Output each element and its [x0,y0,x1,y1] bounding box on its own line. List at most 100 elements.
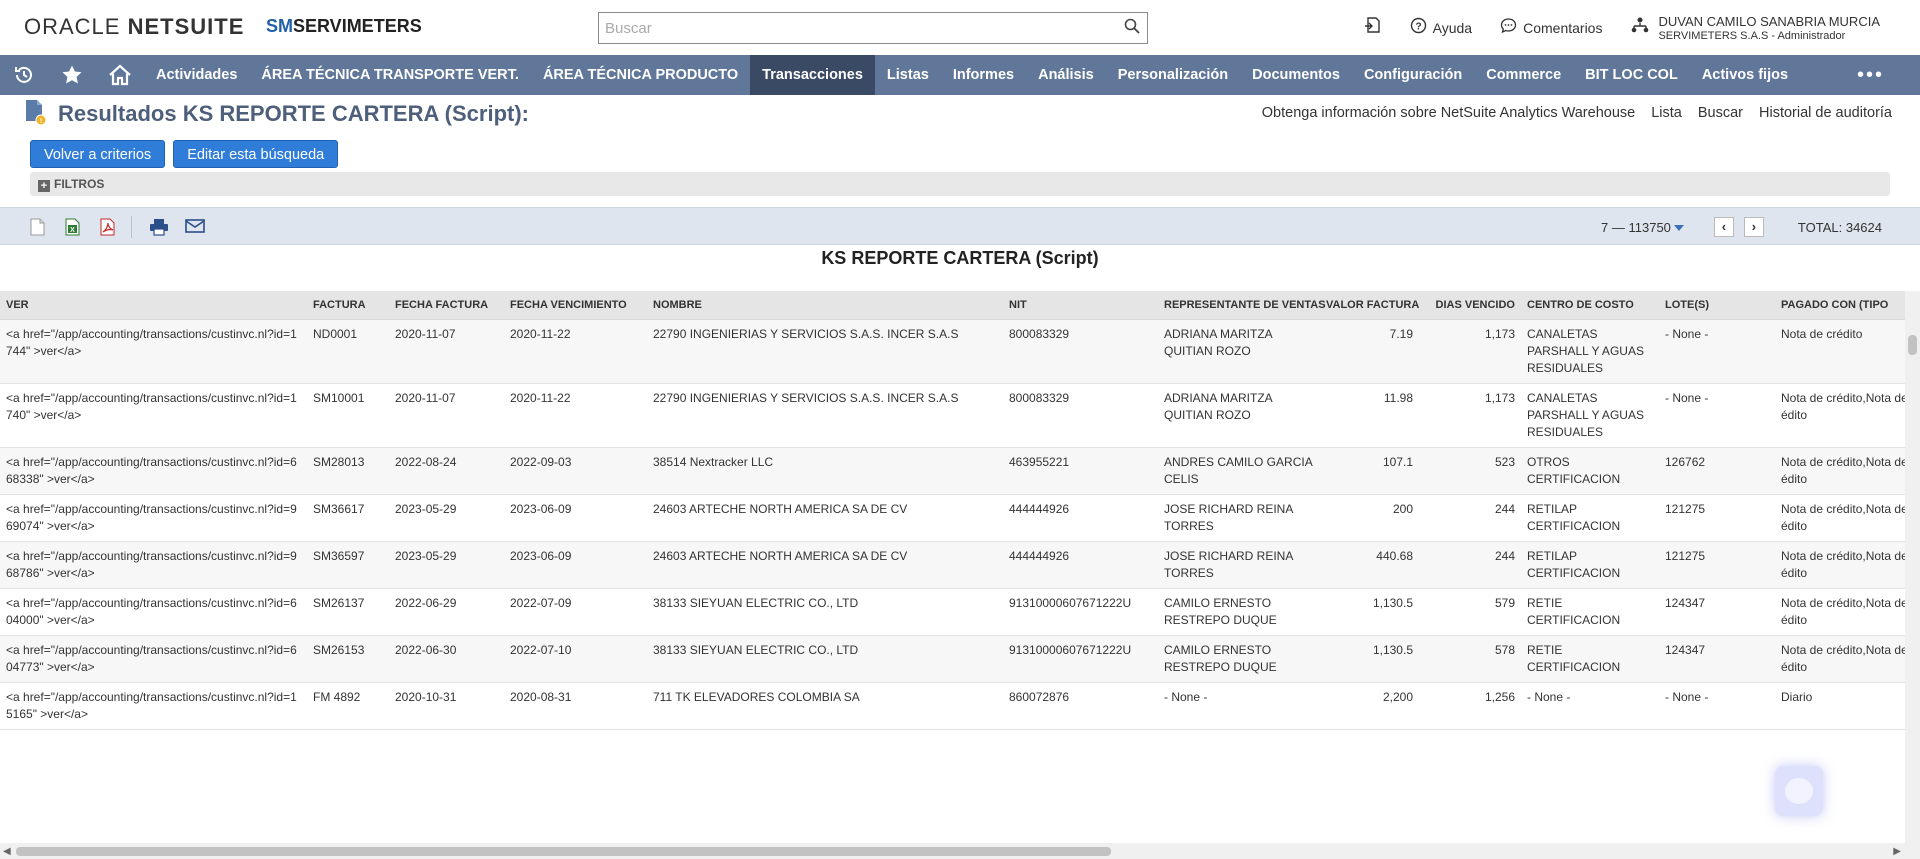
cell-lotes: 121275 [1659,494,1775,542]
table-row[interactable]: <a href="/app/accounting/transactions/cu… [0,682,1905,730]
col-header-lotes[interactable]: LOTE(S) [1659,291,1775,320]
col-header-fecha-factura[interactable]: FECHA FACTURA [389,291,504,320]
help-label: Ayuda [1432,19,1473,36]
col-header-centro-costo[interactable]: CENTRO DE COSTO [1521,291,1659,320]
table-row[interactable]: <a href="/app/accounting/transactions/cu… [0,494,1905,542]
user-menu[interactable]: DUVAN CAMILO SANABRIA MURCIA SERVIMETERS… [1630,13,1880,42]
cell-representante: CAMILO ERNESTO RESTREPO DUQUE [1158,588,1320,636]
cell-ver-link[interactable]: <a href="/app/accounting/transactions/cu… [0,541,307,589]
cell-nit: 444444926 [1003,541,1158,589]
search-link[interactable]: Buscar [1698,105,1743,121]
nav-configuracion[interactable]: Configuración [1352,55,1474,95]
col-header-nombre[interactable]: NOMBRE [647,291,1003,320]
vertical-scroll-thumb[interactable] [1908,335,1917,355]
search-icon[interactable] [1117,18,1147,39]
cell-valor-factura: 2,200 [1320,682,1419,730]
col-header-dias-vencido[interactable]: DIAS VENCIDO [1419,291,1521,320]
cell-ver-link[interactable]: <a href="/app/accounting/transactions/cu… [0,635,307,683]
cell-valor-factura: 107.1 [1320,447,1419,495]
col-header-valor-factura[interactable]: VALOR FACTURA [1320,291,1419,320]
floating-assistant-button[interactable] [1775,766,1823,816]
edit-search-button[interactable]: Editar esta búsqueda [173,140,339,168]
cell-nit: 91310000607671222U [1003,635,1158,683]
nav-transacciones[interactable]: Transacciones [750,55,875,95]
filters-toggle[interactable]: + FILTROS [30,172,1890,196]
back-to-criteria-button[interactable]: Volver a criterios [30,140,166,168]
cell-dias-vencido: 244 [1419,494,1521,542]
nav-documentos[interactable]: Documentos [1240,55,1352,95]
export-csv-icon[interactable] [30,218,46,241]
vertical-scrollbar[interactable] [1905,291,1920,859]
nav-commerce[interactable]: Commerce [1474,55,1573,95]
col-header-ver[interactable]: VER [0,291,307,320]
recent-history-icon[interactable] [0,55,48,95]
cell-lotes: - None - [1659,383,1775,448]
table-row[interactable]: <a href="/app/accounting/transactions/cu… [0,635,1905,683]
nav-listas[interactable]: Listas [875,55,941,95]
col-header-factura[interactable]: FACTURA [307,291,389,320]
cell-ver-link[interactable]: <a href="/app/accounting/transactions/cu… [0,588,307,636]
favorites-star-icon[interactable] [48,55,96,95]
recent-records-button[interactable] [1364,16,1382,39]
total-count: TOTAL: 34624 [1797,219,1882,235]
cell-pagado-con: Nota de crédito [1775,319,1905,384]
cell-centro-costo: CANALETAS PARSHALL Y AGUAS RESIDUALES [1521,383,1659,448]
print-icon[interactable] [149,218,169,241]
page-range-select[interactable]: 7 — 113750 [1601,220,1684,235]
email-icon[interactable] [185,218,205,239]
table-row[interactable]: <a href="/app/accounting/transactions/cu… [0,319,1905,384]
global-search-input[interactable]: Buscar [598,12,1148,44]
next-page-button[interactable]: › [1743,217,1764,237]
col-header-pagado-con[interactable]: PAGADO CON (TIPO [1775,291,1905,320]
oracle-netsuite-logo[interactable]: ORACLE NETSUITE [24,14,244,40]
cell-ver-link[interactable]: <a href="/app/accounting/transactions/cu… [0,447,307,495]
nav-personalizacion[interactable]: Personalización [1106,55,1240,95]
nav-activos-fijos[interactable]: Activos fijos [1690,55,1800,95]
nav-bit-loc-col[interactable]: BIT LOC COL [1573,55,1690,95]
page-header: ! Resultados KS REPORTE CARTERA (Script)… [0,95,1920,133]
expand-plus-icon: + [38,180,50,192]
cell-ver-link[interactable]: <a href="/app/accounting/transactions/cu… [0,494,307,542]
user-role: SERVIMETERS S.A.S - Administrador [1658,30,1846,42]
cell-ver-link[interactable]: <a href="/app/accounting/transactions/cu… [0,682,307,730]
nav-area-tecnica-producto[interactable]: ÁREA TÉCNICA PRODUCTO [531,55,750,95]
list-link[interactable]: Lista [1651,105,1682,121]
table-row[interactable]: <a href="/app/accounting/transactions/cu… [0,541,1905,589]
col-header-representante[interactable]: REPRESENTANTE DE VENTAS [1158,291,1326,320]
results-table-container[interactable]: VER FACTURA FECHA FACTURA FECHA VENCIMIE… [0,291,1905,836]
cell-ver-link[interactable]: <a href="/app/accounting/transactions/cu… [0,383,307,448]
nav-analisis[interactable]: Análisis [1026,55,1106,95]
audit-history-link[interactable]: Historial de auditoría [1759,105,1892,121]
help-link[interactable]: ? Ayuda [1410,17,1472,39]
search-placeholder: Buscar [605,19,652,37]
horizontal-scroll-thumb[interactable] [16,847,1111,856]
export-pdf-icon[interactable] [100,218,116,241]
horizontal-scrollbar[interactable]: ◀ ▶ [0,843,1905,859]
home-icon[interactable] [96,55,144,95]
table-row[interactable]: <a href="/app/accounting/transactions/cu… [0,383,1905,448]
scroll-right-arrow-icon[interactable]: ▶ [1893,846,1901,857]
nav-more-menu[interactable]: ••• [1857,64,1884,87]
cell-centro-costo: RETIE CERTIFICACION [1521,635,1659,683]
report-title: KS REPORTE CARTERA (Script) [821,248,1099,268]
results-table: VER FACTURA FECHA FACTURA FECHA VENCIMIE… [0,291,1905,730]
scroll-left-arrow-icon[interactable]: ◀ [3,846,11,857]
nav-area-tecnica-transporte[interactable]: ÁREA TÉCNICA TRANSPORTE VERT. [249,55,531,95]
col-header-nit[interactable]: NIT [1003,291,1158,320]
cell-factura: SM26137 [307,588,389,636]
cell-pagado-con: Nota de crédito,Nota de crédito [1775,541,1905,589]
cell-nombre: 24603 ARTECHE NORTH AMERICA SA DE CV [647,541,1003,589]
col-header-fecha-vencimiento[interactable]: FECHA VENCIMIENTO [504,291,647,320]
export-excel-icon[interactable]: X [65,218,81,241]
cell-factura: SM36617 [307,494,389,542]
nav-informes[interactable]: Informes [941,55,1026,95]
cell-fecha-vencimiento: 2023-06-09 [504,541,647,589]
cell-pagado-con: Nota de crédito,Nota de crédito [1775,383,1905,448]
table-row[interactable]: <a href="/app/accounting/transactions/cu… [0,447,1905,495]
table-row[interactable]: <a href="/app/accounting/transactions/cu… [0,588,1905,636]
feedback-link[interactable]: Comentarios [1500,17,1602,39]
cell-ver-link[interactable]: <a href="/app/accounting/transactions/cu… [0,319,307,384]
previous-page-button[interactable]: ‹ [1713,217,1734,237]
nav-actividades[interactable]: Actividades [144,55,249,95]
analytics-warehouse-link[interactable]: Obtenga información sobre NetSuite Analy… [1262,105,1635,121]
